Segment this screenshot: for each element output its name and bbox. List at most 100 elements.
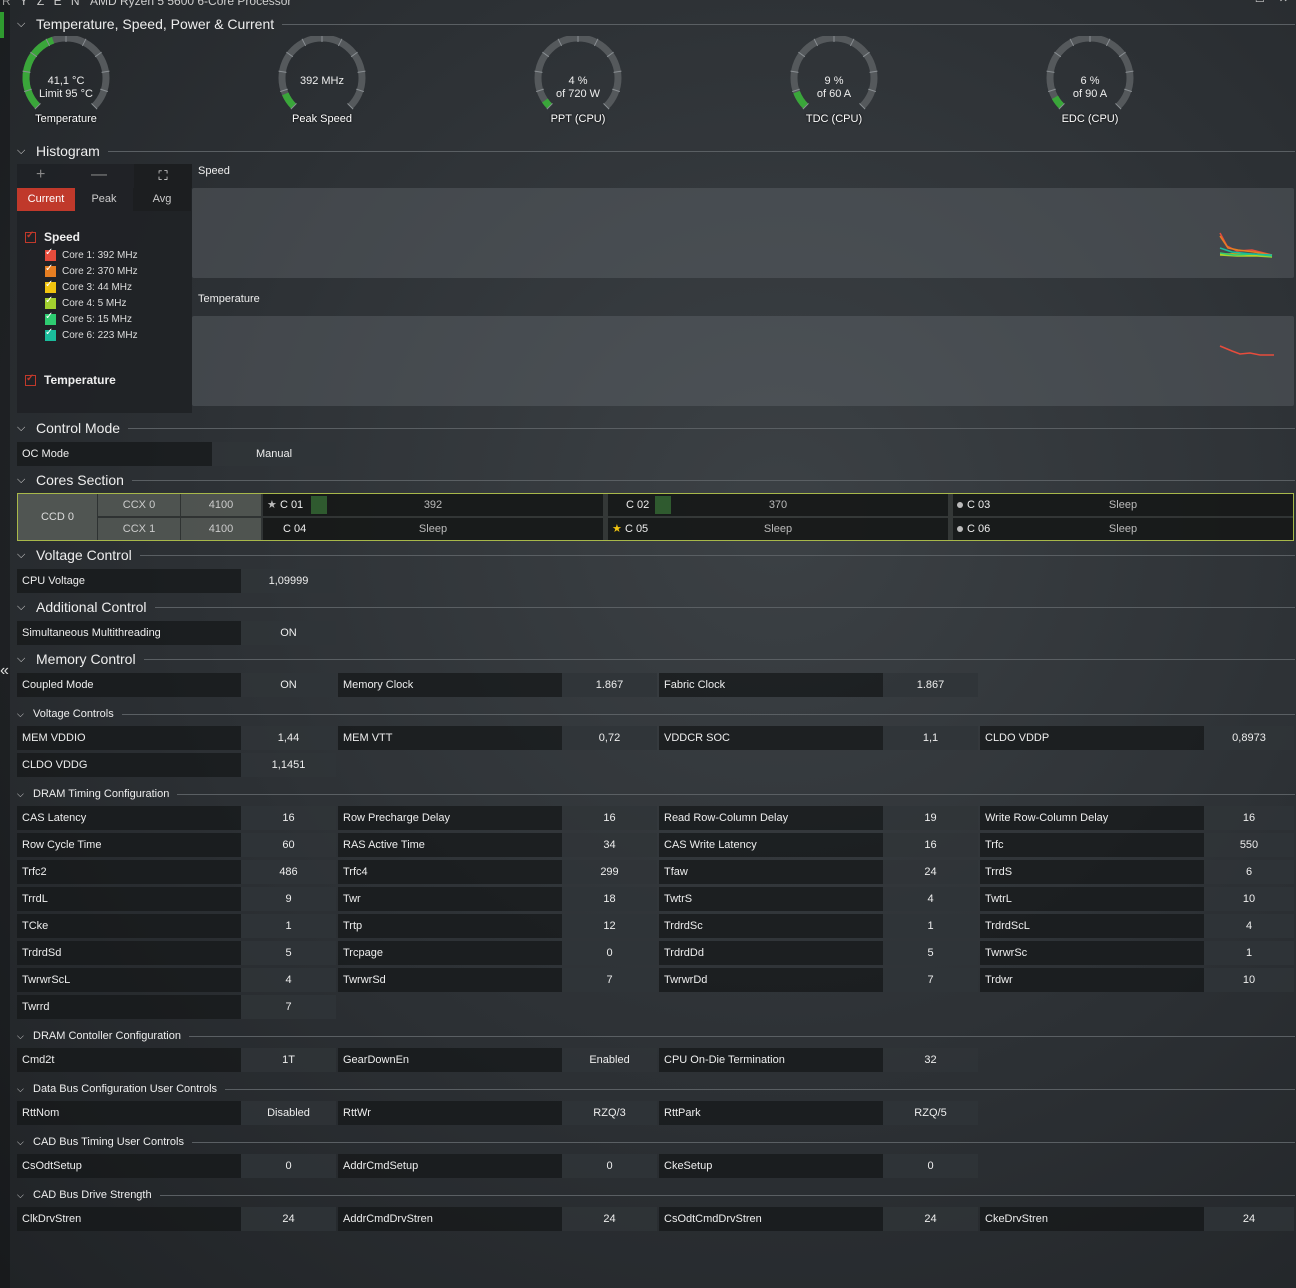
rttwr-input[interactable]: RZQ/3 xyxy=(562,1101,657,1125)
smt-toggle[interactable]: ON xyxy=(241,621,336,645)
tab-current[interactable]: Current xyxy=(17,188,75,211)
trcpage-input[interactable]: 0 xyxy=(562,941,657,965)
core-c02[interactable]: 370 C 02 xyxy=(608,494,948,516)
section-dram-timing[interactable]: ⌵ DRAM Timing Configuration xyxy=(17,785,1295,803)
core-series-toggle-3[interactable]: Core 3: 44 MHz xyxy=(45,279,132,293)
ccx1-frequency[interactable]: 4100 xyxy=(181,518,261,540)
trdrddd-input[interactable]: 5 xyxy=(883,941,978,965)
ckedrvstren-input[interactable]: 24 xyxy=(1204,1207,1294,1231)
ckesetup-input[interactable]: 0 xyxy=(883,1154,978,1178)
crop-icon[interactable]: ⛶ xyxy=(134,164,192,188)
minimize-button[interactable]: — xyxy=(1230,0,1241,5)
rttnom-label: RttNom xyxy=(17,1101,241,1125)
write-row-column-delay-input[interactable]: 16 xyxy=(1204,806,1294,830)
core-c01[interactable]: 392 ★ C 01 xyxy=(263,494,603,516)
clkdrvstren-row: ClkDrvStren 24 xyxy=(17,1207,336,1231)
csodtcmddrvstren-input[interactable]: 24 xyxy=(883,1207,978,1231)
collapse-sidebar-button[interactable]: « xyxy=(0,662,9,680)
cpu-voltage-input[interactable]: 1,09999 xyxy=(241,569,336,593)
section-control-mode[interactable]: ⌵ Control Mode xyxy=(17,419,1295,437)
coupled-mode-input[interactable]: ON xyxy=(241,673,336,697)
trfc-input[interactable]: 550 xyxy=(1204,833,1294,857)
tab-avg[interactable]: Avg xyxy=(133,188,191,211)
section-voltage-control[interactable]: ⌵ Voltage Control xyxy=(17,546,1295,564)
trfc2-input[interactable]: 486 xyxy=(241,860,336,884)
section-data-bus[interactable]: ⌵ Data Bus Configuration User Controls xyxy=(17,1080,1295,1098)
twr-input[interactable]: 18 xyxy=(562,887,657,911)
trrds-input[interactable]: 6 xyxy=(1204,860,1294,884)
trrdl-input[interactable]: 9 xyxy=(241,887,336,911)
core-c03[interactable]: Sleep C 03 xyxy=(953,494,1293,516)
fabric-clock-input[interactable]: 1.867 xyxy=(883,673,978,697)
core-value: Sleep xyxy=(763,523,793,535)
gauge-limit: of 60 A xyxy=(816,88,852,100)
trdrdsc-input[interactable]: 1 xyxy=(883,914,978,938)
section-memory-control[interactable]: ⌵ Memory Control xyxy=(17,650,1295,668)
twtrs-input[interactable]: 4 xyxy=(883,887,978,911)
cas-latency-input[interactable]: 16 xyxy=(241,806,336,830)
geardownen-input[interactable]: Enabled xyxy=(562,1048,657,1072)
trfc4-input[interactable]: 299 xyxy=(562,860,657,884)
mem-vtt-input[interactable]: 0,72 xyxy=(562,726,657,750)
ras-active-time-input[interactable]: 34 xyxy=(562,833,657,857)
trdwr-input[interactable]: 10 xyxy=(1204,968,1294,992)
core-c06[interactable]: Sleep C 06 xyxy=(953,518,1293,540)
tfaw-input[interactable]: 24 xyxy=(883,860,978,884)
section-histogram[interactable]: ⌵ Histogram xyxy=(17,142,1295,160)
csodtsetup-input[interactable]: 0 xyxy=(241,1154,336,1178)
oc-mode-select[interactable]: Manual xyxy=(212,442,336,466)
tcke-input[interactable]: 1 xyxy=(241,914,336,938)
addrcmddrvstren-input[interactable]: 24 xyxy=(562,1207,657,1231)
cldo-vddp-input[interactable]: 0,8973 xyxy=(1204,726,1294,750)
mem-vddio-input[interactable]: 1,44 xyxy=(241,726,336,750)
core-series-toggle-1[interactable]: Core 1: 392 MHz xyxy=(45,247,138,261)
trdrdscl-input[interactable]: 4 xyxy=(1204,914,1294,938)
core-c05[interactable]: Sleep ★ C 05 xyxy=(608,518,948,540)
core-name: C 05 xyxy=(624,523,649,535)
clkdrvstren-input[interactable]: 24 xyxy=(241,1207,336,1231)
ccx0-frequency[interactable]: 4100 xyxy=(181,494,261,516)
row-cycle-time-input[interactable]: 60 xyxy=(241,833,336,857)
core-series-toggle-6[interactable]: Core 6: 223 MHz xyxy=(45,327,138,341)
section-additional-control[interactable]: ⌵ Additional Control xyxy=(17,598,1295,616)
twrwrscl-input[interactable]: 4 xyxy=(241,968,336,992)
cldo-vddg-input[interactable]: 1,1451 xyxy=(241,753,336,777)
maximize-button[interactable]: ☐ xyxy=(1255,0,1265,5)
tab-peak[interactable]: Peak xyxy=(75,188,133,211)
read-row-column-delay-input[interactable]: 19 xyxy=(883,806,978,830)
add-icon[interactable]: + xyxy=(36,166,45,184)
cas-write-latency-input[interactable]: 16 xyxy=(883,833,978,857)
section-cad-drive[interactable]: ⌵ CAD Bus Drive Strength xyxy=(17,1186,1295,1204)
row-precharge-delay-input[interactable]: 16 xyxy=(562,806,657,830)
core-series-toggle-2[interactable]: Core 2: 370 MHz xyxy=(45,263,138,277)
cpu-on-die-termination-input[interactable]: 32 xyxy=(883,1048,978,1072)
memory-clock-input[interactable]: 1.867 xyxy=(562,673,657,697)
twrwrsc-input[interactable]: 1 xyxy=(1204,941,1294,965)
rttpark-input[interactable]: RZQ/5 xyxy=(883,1101,978,1125)
section-temp-speed[interactable]: ⌵ Temperature, Speed, Power & Current xyxy=(17,15,1295,33)
core-series-toggle-5[interactable]: Core 5: 15 MHz xyxy=(45,311,132,325)
addrcmdsetup-input[interactable]: 0 xyxy=(562,1154,657,1178)
twrrd-input[interactable]: 7 xyxy=(241,995,336,1019)
close-button[interactable]: ✕ xyxy=(1279,0,1288,5)
trtp-input[interactable]: 12 xyxy=(562,914,657,938)
core-series-toggle-4[interactable]: Core 4: 5 MHz xyxy=(45,295,126,309)
rttnom-input[interactable]: Disabled xyxy=(241,1101,336,1125)
temperature-group-toggle[interactable]: Temperature xyxy=(25,373,116,387)
section-cad-timing[interactable]: ⌵ CAD Bus Timing User Controls xyxy=(17,1133,1295,1151)
twrwrsd-input[interactable]: 7 xyxy=(562,968,657,992)
cmd2t-input[interactable]: 1T xyxy=(241,1048,336,1072)
cas-latency-label: CAS Latency xyxy=(17,806,241,830)
trdrdsd-input[interactable]: 5 xyxy=(241,941,336,965)
section-voltage-controls[interactable]: ⌵ Voltage Controls xyxy=(17,705,1295,723)
remove-icon[interactable]: — xyxy=(91,166,107,184)
chevron-down-icon: ⌵ xyxy=(17,652,26,665)
speed-group-toggle[interactable]: Speed xyxy=(25,230,80,244)
vddcr-soc-input[interactable]: 1,1 xyxy=(883,726,978,750)
section-cores[interactable]: ⌵ Cores Section xyxy=(17,471,1295,489)
twrwrdd-input[interactable]: 7 xyxy=(883,968,978,992)
ccx0-label: CCX 0 xyxy=(98,494,180,516)
core-c04[interactable]: Sleep C 04 xyxy=(263,518,603,540)
section-dram-controller[interactable]: ⌵ DRAM Contoller Configuration xyxy=(17,1027,1295,1045)
twtrl-input[interactable]: 10 xyxy=(1204,887,1294,911)
